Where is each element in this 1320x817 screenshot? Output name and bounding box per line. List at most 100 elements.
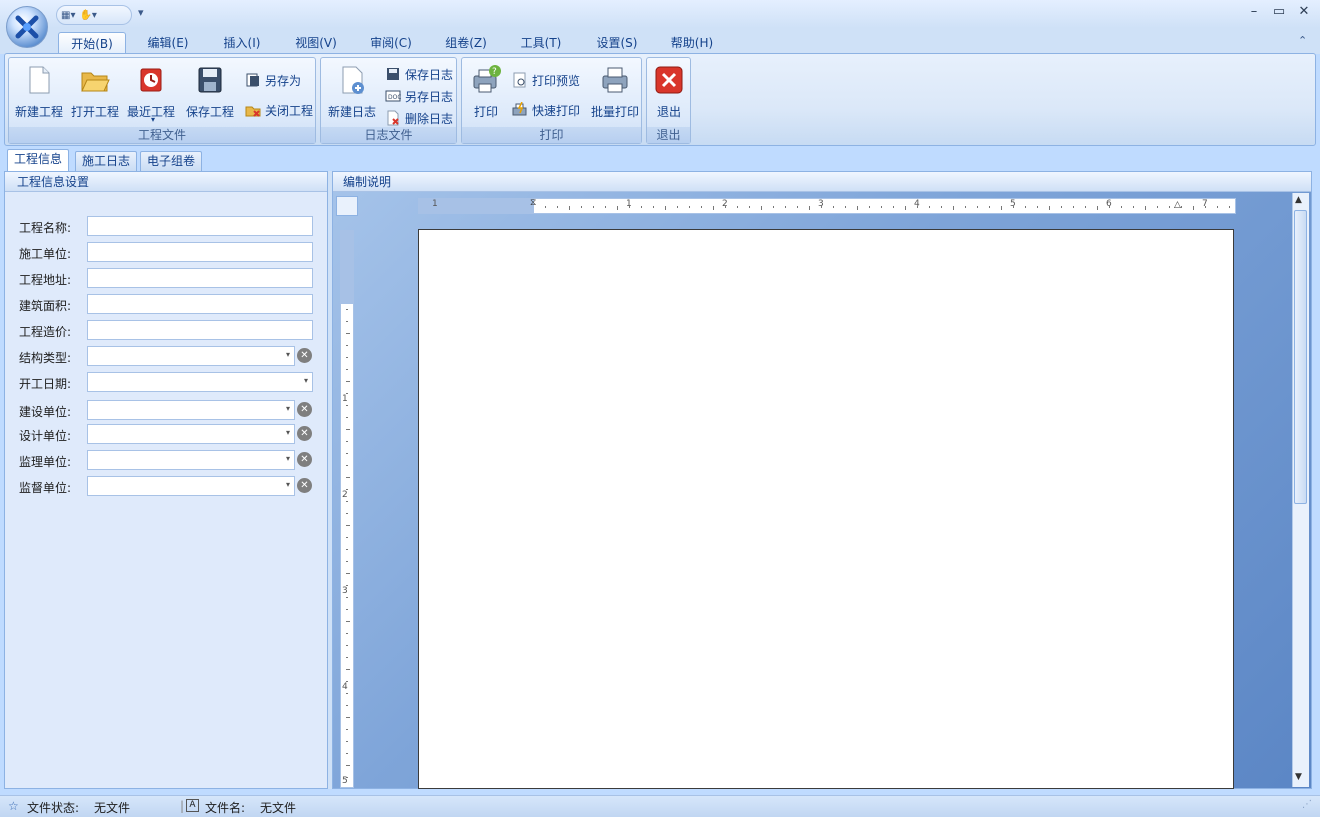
- ribbon: 新建工程 打开工程 最近工程 ▾ 保存工程 另存为 关闭工程 工程文件 新建日志: [4, 53, 1316, 146]
- clear-icon[interactable]: ✕: [297, 426, 312, 441]
- tab-tools[interactable]: 工具(T): [507, 32, 575, 54]
- file-name-value: 无文件: [260, 801, 297, 815]
- exit-label: 退出: [656, 105, 681, 119]
- owner-unit-combo[interactable]: ▾: [87, 400, 295, 420]
- ruler-tick: [689, 206, 690, 208]
- ruler-tick: [1001, 206, 1002, 210]
- ruler-tick: [677, 206, 678, 208]
- open-project-button[interactable]: 打开工程: [67, 62, 123, 122]
- right-indent-marker-icon[interactable]: △: [1174, 200, 1181, 210]
- field-label: 工程名称:: [19, 221, 72, 235]
- quick-print-button[interactable]: 快速打印: [512, 100, 580, 120]
- save-log-button[interactable]: 保存日志: [385, 64, 453, 84]
- indent-marker-icon[interactable]: ⧖: [530, 198, 536, 208]
- tab-insert[interactable]: 插入(I): [208, 32, 276, 54]
- tab-settings[interactable]: 设置(S): [583, 32, 651, 54]
- save-as-button[interactable]: 另存为: [245, 70, 301, 90]
- ruler-tick: [785, 206, 786, 208]
- ruler-tick: [593, 206, 594, 208]
- ruler-number: 5: [1010, 199, 1016, 209]
- building-area-input[interactable]: [87, 294, 313, 314]
- ruler-tick: [761, 206, 762, 210]
- clear-icon[interactable]: ✕: [297, 452, 312, 467]
- new-log-button[interactable]: 新建日志: [323, 62, 381, 122]
- delete-log-button[interactable]: 删除日志: [385, 108, 453, 128]
- quick-print-icon: [512, 102, 527, 116]
- project-address-input[interactable]: [87, 268, 313, 288]
- field-label: 建设单位:: [19, 405, 72, 419]
- ruler-tick: [809, 206, 810, 210]
- ruler-tick: [346, 741, 348, 742]
- svg-text:?: ?: [492, 67, 497, 77]
- ruler-tick: [1181, 206, 1182, 208]
- recent-project-button[interactable]: 最近工程 ▾: [123, 62, 179, 124]
- clear-icon[interactable]: ✕: [297, 478, 312, 493]
- ruler-tick: [569, 206, 570, 210]
- ruler-tick: [346, 501, 348, 502]
- tab-construction-log[interactable]: 施工日志: [75, 151, 138, 171]
- close-button[interactable]: ✕: [1292, 4, 1316, 22]
- ruler-number: 1: [626, 199, 632, 209]
- tab-stop-selector[interactable]: [336, 196, 358, 216]
- field-oversight-unit: 监督单位: ▾ ✕: [5, 476, 329, 498]
- new-project-button[interactable]: 新建工程: [11, 62, 67, 122]
- group-log-file: 新建日志 保存日志 DOC 另存日志 删除日志 日志文件: [320, 57, 457, 144]
- qat-customize-button[interactable]: ▾: [138, 6, 144, 19]
- field-project-address: 工程地址:: [5, 268, 329, 290]
- batch-print-button[interactable]: 批量打印: [588, 62, 642, 122]
- field-design-unit: 设计单位: ▾ ✕: [5, 424, 329, 446]
- exit-button[interactable]: 退出: [649, 62, 689, 122]
- maximize-button[interactable]: ▭: [1267, 4, 1291, 22]
- tab-assemble[interactable]: 组卷(Z): [432, 32, 500, 54]
- project-cost-input[interactable]: [87, 320, 313, 340]
- delete-log-icon: [387, 110, 399, 126]
- recent-clock-icon: [140, 68, 162, 92]
- horizontal-ruler[interactable]: [418, 198, 1236, 214]
- collapse-ribbon-icon[interactable]: ⌃: [1298, 34, 1307, 47]
- print-button[interactable]: ? 打印: [464, 62, 508, 122]
- new-project-label: 新建工程: [14, 105, 63, 119]
- save-as-label: 另存为: [265, 73, 302, 88]
- tab-view[interactable]: 视图(V): [282, 32, 350, 54]
- ruler-tick: [1037, 206, 1038, 208]
- close-project-button[interactable]: 关闭工程: [245, 100, 313, 120]
- oversight-unit-combo[interactable]: ▾: [87, 476, 295, 496]
- ruler-tick: [346, 717, 350, 718]
- field-label: 设计单位:: [19, 429, 72, 443]
- start-date-picker[interactable]: ▾: [87, 372, 313, 392]
- ruler-tick: [346, 705, 348, 706]
- tab-project-info[interactable]: 工程信息: [7, 149, 70, 171]
- structure-type-combo[interactable]: ▾: [87, 346, 295, 366]
- save-project-button[interactable]: 保存工程: [181, 62, 239, 122]
- status-bar: ☆ 文件状态: 无文件 | A 文件名: 无文件 ⋰: [0, 795, 1320, 817]
- scroll-up-icon[interactable]: ▲: [1295, 195, 1302, 205]
- tab-start[interactable]: 开始(B): [58, 32, 126, 54]
- scroll-down-icon[interactable]: ▼: [1295, 772, 1302, 782]
- document-page[interactable]: [418, 229, 1234, 789]
- vertical-ruler[interactable]: [340, 230, 354, 788]
- svg-text:DOC: DOC: [388, 94, 401, 101]
- tab-electronic-archive[interactable]: 电子组卷: [140, 151, 203, 171]
- construction-unit-input[interactable]: [87, 242, 313, 262]
- project-name-input[interactable]: [87, 216, 313, 236]
- save-log-as-button[interactable]: DOC 另存日志: [385, 86, 453, 106]
- design-unit-combo[interactable]: ▾: [87, 424, 295, 444]
- supervision-unit-combo[interactable]: ▾: [87, 450, 295, 470]
- ruler-tick: [833, 206, 834, 208]
- field-label: 建筑面积:: [19, 299, 72, 313]
- clear-icon[interactable]: ✕: [297, 348, 312, 363]
- hand-icon[interactable]: ✋▾: [79, 10, 96, 21]
- tab-help[interactable]: 帮助(H): [658, 32, 726, 54]
- field-label: 工程造价:: [19, 325, 72, 339]
- print-preview-button[interactable]: 打印预览: [512, 70, 580, 90]
- tab-review[interactable]: 审阅(C): [357, 32, 425, 54]
- tab-edit[interactable]: 编辑(E): [134, 32, 202, 54]
- minimize-button[interactable]: –: [1242, 4, 1266, 22]
- ruler-tick: [346, 729, 348, 730]
- scrollbar-thumb[interactable]: [1294, 210, 1307, 504]
- ruler-tick: [346, 765, 350, 766]
- clear-icon[interactable]: ✕: [297, 402, 312, 417]
- resize-grip-icon[interactable]: ⋰: [1302, 799, 1312, 810]
- application-menu-button[interactable]: [6, 6, 48, 48]
- layout-icon[interactable]: ▦▾: [61, 10, 75, 21]
